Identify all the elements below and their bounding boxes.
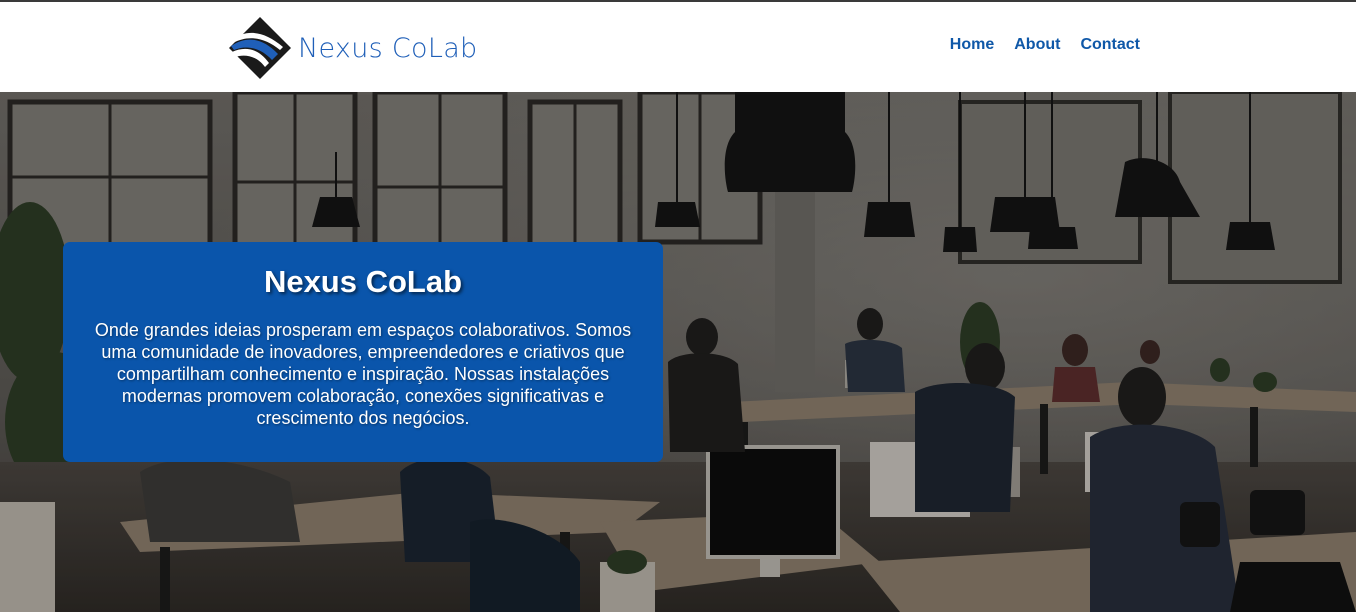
nav-contact-link[interactable]: Contact	[1080, 36, 1140, 54]
hero-title: Nexus CoLab	[263, 264, 463, 299]
logo-link[interactable]: Nexus CoLab	[228, 16, 498, 80]
nav-about-link[interactable]: About	[1014, 36, 1060, 54]
logo-text: Nexus CoLab	[298, 32, 478, 64]
main-nav: Home About Contact	[950, 36, 1140, 54]
hero-section: Nexus CoLab Onde grandes ideias prospera…	[0, 92, 1356, 612]
hero-card: Nexus CoLab Onde grandes ideias prospera…	[63, 242, 663, 462]
site-header: Nexus CoLab Home About Contact	[0, 2, 1356, 92]
nav-home-link[interactable]: Home	[950, 36, 994, 54]
hero-description: Onde grandes ideias prosperam em espaços…	[94, 320, 632, 428]
nexus-logo-icon	[229, 17, 291, 79]
